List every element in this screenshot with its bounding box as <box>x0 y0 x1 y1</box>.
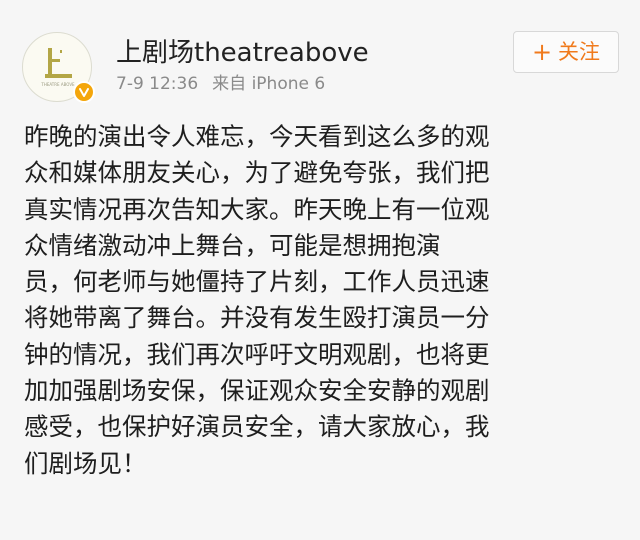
post-text-line: 感受，也保护好演员安全，请大家放心，我 <box>24 412 490 442</box>
post-text: 昨晚的演出令人难忘，今天看到这么多的观 众和媒体朋友关心，为了避免夸张，我们把 … <box>24 119 620 482</box>
post-text-line: 钟的情况，我们再次呼吁文明观剧，也将更 <box>24 339 490 369</box>
verified-badge <box>73 81 95 103</box>
verified-v-icon <box>79 88 89 97</box>
post-source[interactable]: 来自 iPhone 6 <box>212 74 325 94</box>
post-header: THEATRE ABOVE 上剧场theatreabove 7-9 12:36 来… <box>0 0 640 110</box>
post-text-line: 众和媒体朋友关心，为了避免夸张，我们把 <box>24 158 490 188</box>
post-text-line: 将她带离了舞台。并没有发生殴打演员一分 <box>24 303 490 333</box>
follow-button[interactable]: + 关注 <box>513 31 619 73</box>
author-name[interactable]: 上剧场theatreabove <box>116 38 369 68</box>
post-meta: 7-9 12:36 来自 iPhone 6 <box>116 74 339 94</box>
avatar-logo-text: THEATRE ABOVE <box>40 82 75 87</box>
post-text-line: 昨晚的演出令人难忘，今天看到这么多的观 <box>24 122 490 151</box>
follow-label: 关注 <box>558 40 601 64</box>
post-text-line: 众情绪激动冲上舞台，可能是想拥抱演 <box>24 230 441 260</box>
post-timestamp: 7-9 12:36 <box>116 74 199 94</box>
post-text-line: 真实情况再次告知大家。昨天晚上有一位观 <box>24 194 490 224</box>
plus-icon: + <box>531 38 553 66</box>
post-text-line: 们剧场见！ <box>24 448 147 478</box>
post-text-line: 加加强剧场安保，保证观众安全安静的观剧 <box>24 376 490 406</box>
post-text-line: 员，何老师与她僵持了片刻，工作人员迅速 <box>24 267 490 297</box>
